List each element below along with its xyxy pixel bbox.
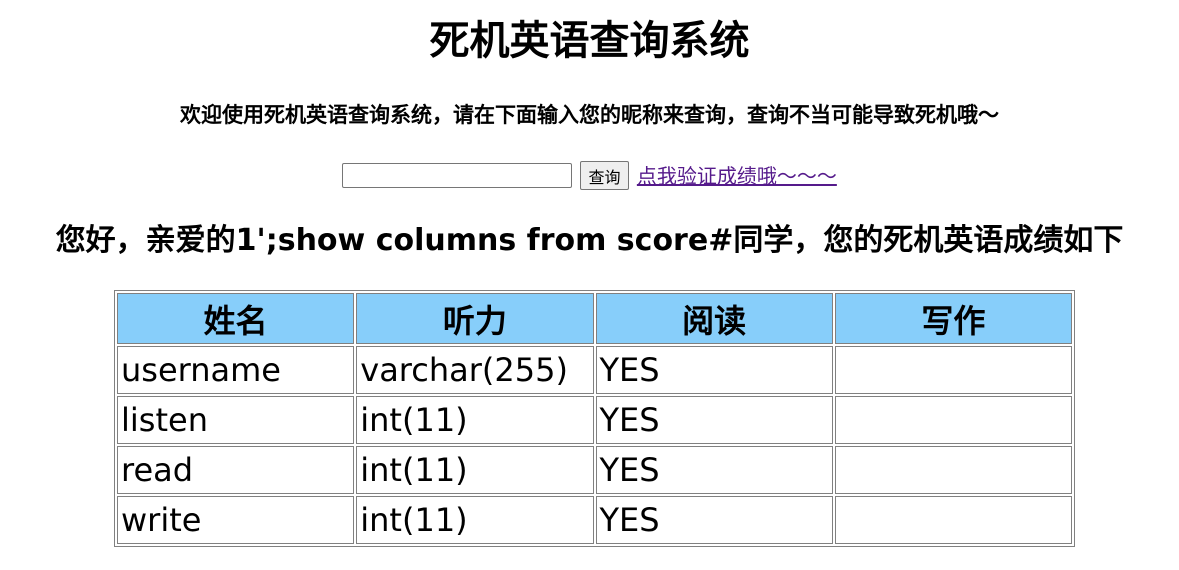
header-writing: 写作 (834, 293, 1072, 344)
table-cell: listen (117, 396, 355, 444)
page-title: 死机英语查询系统 (429, 18, 750, 64)
table-cell: username (117, 346, 355, 394)
table-header-row: 姓名 听力 阅读 写作 (117, 293, 1072, 344)
table-cell: write (117, 496, 355, 544)
table-cell (834, 346, 1072, 394)
header-name: 姓名 (117, 293, 355, 344)
table-row: listen int(11) YES (117, 396, 1072, 444)
table-cell: YES (595, 396, 833, 444)
greeting-heading: 您好，亲爱的1';show columns from score#同学，您的死机… (55, 223, 1124, 258)
table-row: read int(11) YES (117, 446, 1072, 494)
table-cell: YES (595, 496, 833, 544)
table-cell: read (117, 446, 355, 494)
table-cell: YES (595, 446, 833, 494)
table-row: write int(11) YES (117, 496, 1072, 544)
query-button[interactable]: 查询 (580, 161, 629, 190)
welcome-text: 欢迎使用死机英语查询系统，请在下面输入您的昵称来查询，查询不当可能导致死机哦～ (180, 103, 999, 127)
nickname-input[interactable] (342, 163, 573, 188)
table-cell: int(11) (356, 396, 594, 444)
table-cell (834, 396, 1072, 444)
table-row: username varchar(255) YES (117, 346, 1072, 394)
table-cell: varchar(255) (356, 346, 594, 394)
header-listening: 听力 (356, 293, 594, 344)
verify-score-link[interactable]: 点我验证成绩哦～～～ (637, 164, 837, 188)
table-cell: YES (595, 346, 833, 394)
table-cell: int(11) (356, 446, 594, 494)
search-form: 查询 点我验证成绩哦～～～ (0, 158, 1179, 192)
table-cell (834, 446, 1072, 494)
page: 死机英语查询系统 欢迎使用死机英语查询系统，请在下面输入您的昵称来查询，查询不当… (0, 0, 1179, 570)
header-reading: 阅读 (595, 293, 833, 344)
score-table: 姓名 听力 阅读 写作 username varchar(255) YES li… (114, 290, 1075, 547)
table-cell: int(11) (356, 496, 594, 544)
table-cell (834, 496, 1072, 544)
